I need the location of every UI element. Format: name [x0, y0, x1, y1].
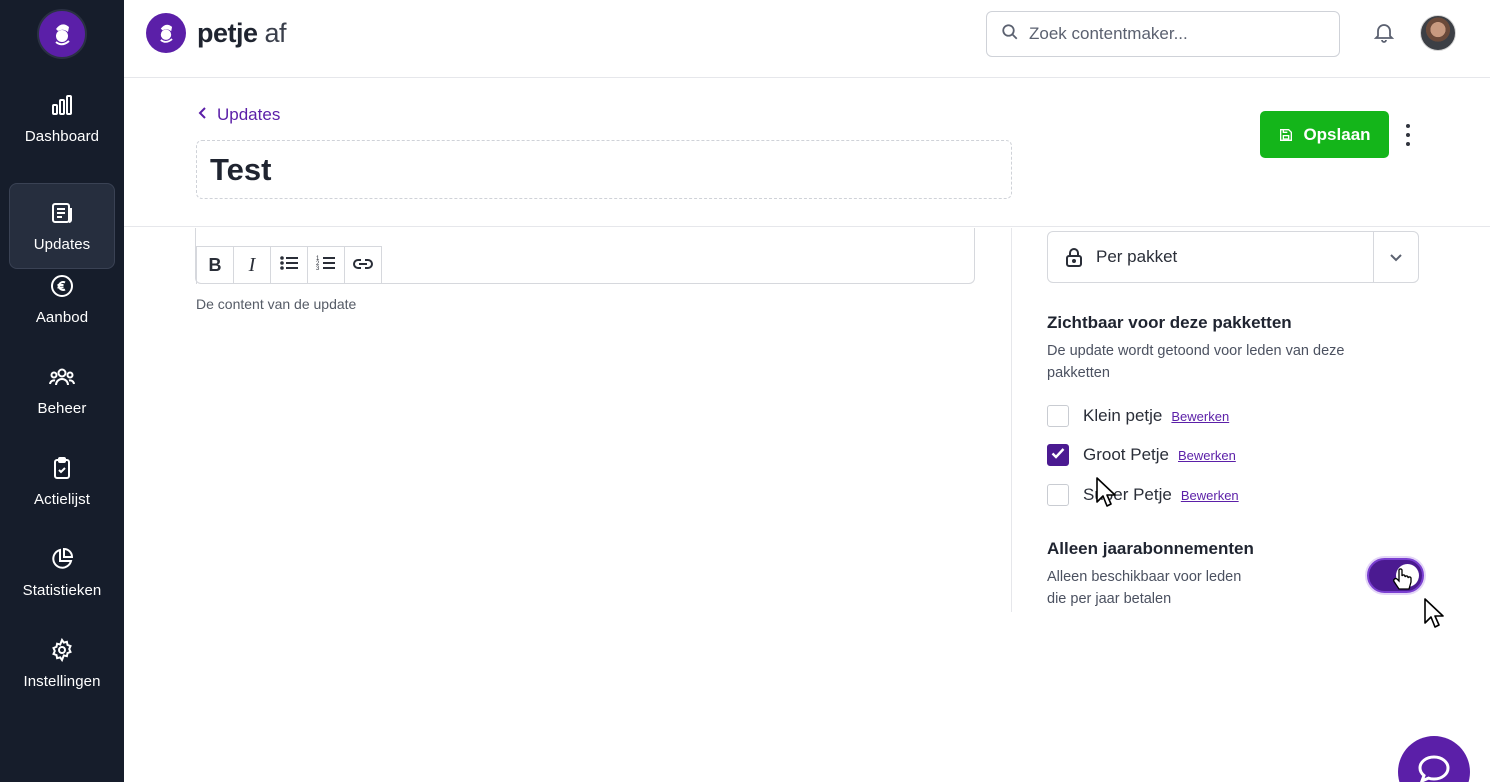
editor-toolbar: B I 123 [196, 246, 382, 284]
chevron-left-icon [198, 105, 208, 125]
sidebar-item-label: Beheer [37, 399, 87, 417]
chevron-down-icon[interactable] [1373, 232, 1418, 282]
package-edit-link[interactable]: Bewerken [1171, 409, 1229, 424]
sidebar-item-beheer[interactable]: Beheer [9, 347, 115, 433]
lock-icon [1065, 247, 1083, 267]
users-icon [49, 364, 75, 390]
search-input[interactable] [1029, 24, 1319, 44]
sidebar-item-statistieken[interactable]: Statistieken [9, 529, 115, 615]
gear-icon [49, 637, 75, 663]
packages-description: De update wordt getoond voor leden van d… [1047, 340, 1344, 384]
sidebar-item-actielijst[interactable]: Actielijst [9, 438, 115, 524]
package-row: Super Petje Bewerken [1047, 484, 1239, 506]
newspaper-icon [49, 200, 75, 226]
save-icon [1278, 127, 1294, 143]
sidebar-item-label: Statistieken [22, 581, 102, 599]
yearly-description-line2: die per jaar betalen [1047, 591, 1172, 607]
sidebar-item-label: Actielijst [33, 490, 90, 508]
package-checkbox[interactable] [1047, 405, 1069, 427]
update-title-bar: Updates Test Opslaan [124, 79, 1490, 227]
sidebar: Dashboard Updates Aanbod Beheer Actielij [0, 0, 124, 782]
packages-title: Zichtbaar voor deze pakketten [1047, 313, 1292, 332]
sidebar-item-label: Instellingen [23, 672, 101, 690]
bold-icon: B [208, 255, 222, 275]
packages-description-line2: pakketten [1047, 365, 1110, 381]
brand-name: petje af [197, 17, 287, 49]
sidebar-item-dashboard[interactable]: Dashboard [9, 75, 115, 161]
bullet-list-button[interactable] [270, 247, 307, 284]
italic-icon: I [248, 254, 256, 276]
checkmark-icon [1051, 446, 1065, 464]
link-icon [353, 255, 373, 276]
save-button-label: Opslaan [1303, 124, 1371, 144]
visibility-select-value: Per pakket [1096, 247, 1178, 266]
top-header: petje af [124, 0, 1490, 78]
bold-button[interactable]: B [196, 247, 233, 284]
package-checkbox[interactable] [1047, 444, 1069, 466]
package-name: Groot Petje [1083, 445, 1169, 464]
pie-chart-icon [49, 546, 75, 572]
brand-name-bold: petje [197, 17, 258, 48]
packages-description-line1: De update wordt getoond voor leden van d… [1047, 343, 1345, 359]
back-link[interactable]: Updates [198, 105, 280, 125]
package-name: Klein petje [1083, 406, 1163, 425]
bullet-list-icon [279, 254, 299, 277]
search-box[interactable] [986, 11, 1340, 57]
link-button[interactable] [344, 247, 381, 284]
yearly-description-line1: Alleen beschikbaar voor leden [1047, 569, 1242, 585]
app: Dashboard Updates Aanbod Beheer Actielij [0, 0, 1490, 782]
sidebar-item-label: Dashboard [24, 127, 100, 145]
editor-content-placeholder[interactable]: De content van de update [196, 296, 356, 312]
sidebar-item-instellingen[interactable]: Instellingen [9, 620, 115, 706]
clipboard-check-icon [49, 455, 75, 481]
package-row: Groot Petje Bewerken [1047, 444, 1236, 466]
hand-cursor-icon [1393, 568, 1412, 590]
more-options-icon[interactable] [1400, 121, 1416, 149]
panel-divider [1011, 228, 1012, 612]
content-editor[interactable]: B I 123 [195, 228, 975, 284]
arrow-cursor-icon [1096, 477, 1116, 507]
chat-icon [1417, 754, 1451, 782]
sidebar-item-label: Updates [33, 235, 91, 253]
bell-icon[interactable] [1372, 20, 1398, 46]
petje-af-logo-icon [146, 13, 186, 53]
search-icon [1001, 23, 1019, 46]
arrow-cursor-icon [1424, 598, 1444, 628]
title-input[interactable]: Test [196, 140, 1012, 199]
visibility-select[interactable]: Per pakket [1047, 231, 1419, 283]
italic-button[interactable]: I [233, 247, 270, 284]
avatar[interactable] [1420, 15, 1456, 51]
numbered-list-button[interactable]: 123 [307, 247, 344, 284]
numbered-list-icon: 123 [316, 254, 336, 277]
petje-af-logo[interactable] [37, 9, 87, 59]
brand[interactable]: petje af [146, 13, 287, 53]
svg-text:3: 3 [316, 266, 320, 272]
brand-name-light: af [257, 17, 287, 48]
package-row: Klein petje Bewerken [1047, 405, 1229, 427]
yearly-title: Alleen jaarabonnementen [1047, 539, 1254, 558]
sidebar-item-aanbod[interactable]: Aanbod [9, 256, 115, 342]
package-edit-link[interactable]: Bewerken [1181, 488, 1239, 503]
save-button[interactable]: Opslaan [1260, 111, 1389, 158]
chat-button[interactable] [1398, 736, 1470, 782]
package-checkbox[interactable] [1047, 484, 1069, 506]
back-link-label: Updates [217, 105, 281, 124]
package-edit-link[interactable]: Bewerken [1178, 448, 1236, 463]
bar-chart-icon [49, 92, 75, 118]
sidebar-item-label: Aanbod [35, 308, 89, 326]
euro-icon [49, 273, 75, 299]
yearly-description: Alleen beschikbaar voor leden die per ja… [1047, 566, 1241, 610]
